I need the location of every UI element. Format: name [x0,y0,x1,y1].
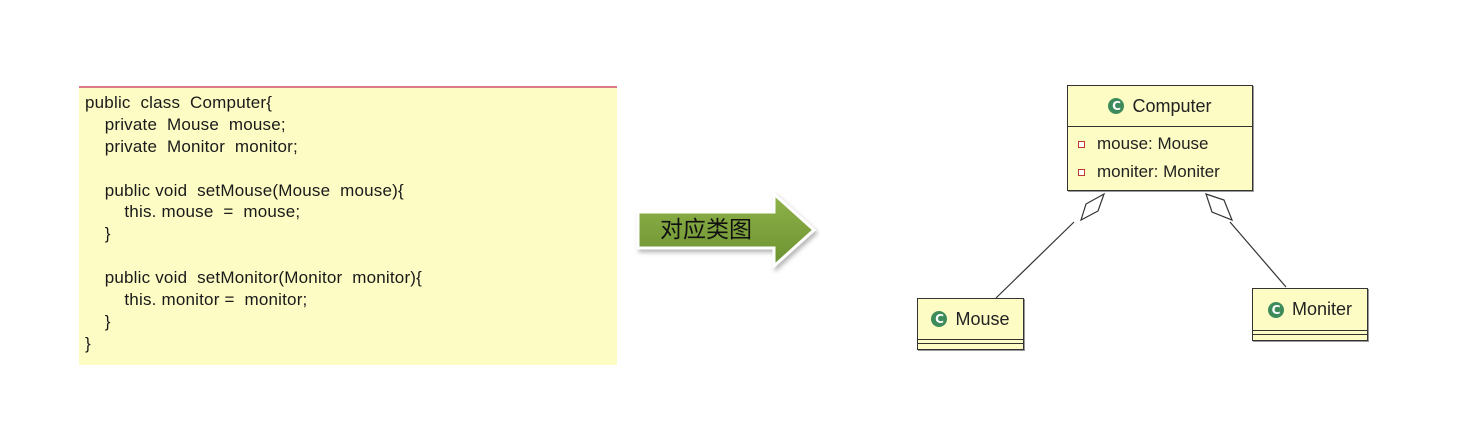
class-icon: C [1108,98,1125,114]
class-name: Computer [1132,95,1212,116]
field-text: moniter: Moniter [1097,162,1220,181]
moniter-class-box[interactable]: C Moniter [1252,288,1368,341]
class-diagram-connectors [995,192,1287,299]
aggregation-line-mouse [995,221,1075,299]
aggregation-mouse [995,192,1106,299]
aggregation-diamond-mouse [1079,192,1106,222]
class-icon: C [1267,301,1284,318]
private-field-icon [1078,168,1085,176]
class-name: Moniter [1291,299,1353,319]
aggregation-diamond-moniter [1205,193,1234,222]
class-icon: C [931,311,948,327]
field-row: moniter: Moniter [1078,158,1252,186]
field-text: mouse: Mouse [1097,134,1209,153]
mouse-class-box[interactable]: C Mouse [917,298,1024,350]
class-header: C Computer [1068,86,1252,126]
class-fields: mouse: Mouse moniter: Moniter [1068,126,1252,186]
class-header: C Moniter [1253,289,1367,330]
class-header: C Mouse [918,299,1023,339]
field-row: mouse: Mouse [1078,130,1252,158]
class-name: Mouse [955,308,1010,329]
aggregation-moniter [1205,193,1287,288]
computer-class-box[interactable]: C Computer mouse: Mouse moniter: Moniter [1067,85,1253,191]
aggregation-line-moniter [1229,221,1287,288]
class-separator [918,343,1023,347]
private-field-icon [1078,140,1085,148]
class-separator [1253,334,1367,338]
